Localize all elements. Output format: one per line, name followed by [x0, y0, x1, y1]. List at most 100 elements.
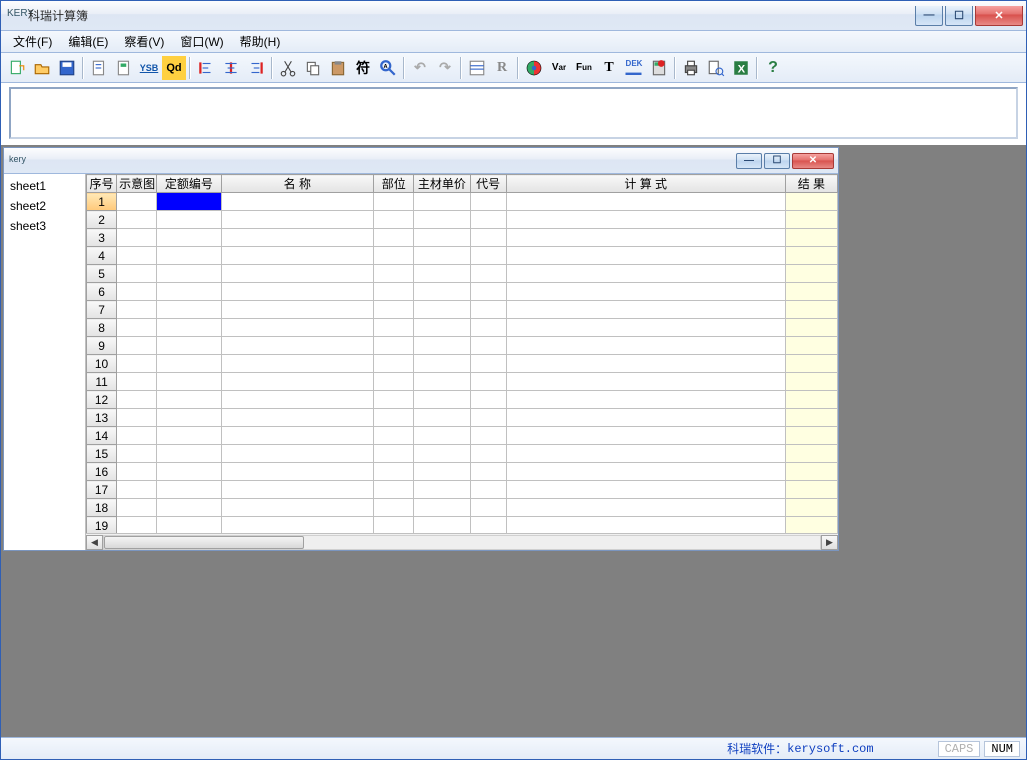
cell[interactable] — [117, 481, 157, 499]
table-row[interactable]: 5 — [87, 265, 838, 283]
cell[interactable] — [506, 283, 785, 301]
table-row[interactable]: 18 — [87, 499, 838, 517]
row-header[interactable]: 4 — [87, 247, 117, 265]
cell[interactable] — [785, 283, 837, 301]
cell[interactable] — [470, 247, 506, 265]
cell[interactable] — [785, 463, 837, 481]
cell[interactable] — [785, 481, 837, 499]
cell[interactable] — [117, 445, 157, 463]
cell[interactable] — [221, 463, 374, 481]
col-price[interactable]: 主材单价 — [414, 175, 470, 193]
formula-input[interactable] — [9, 87, 1018, 139]
child-maximize-button[interactable]: ☐ — [764, 153, 790, 169]
tb-qd-icon[interactable]: Qd — [162, 56, 186, 80]
cell[interactable] — [157, 409, 221, 427]
cell[interactable] — [221, 337, 374, 355]
table-row[interactable]: 15 — [87, 445, 838, 463]
tb-var-icon[interactable]: Var — [547, 56, 571, 80]
cell[interactable] — [785, 337, 837, 355]
cell[interactable] — [785, 265, 837, 283]
table-row[interactable]: 10 — [87, 355, 838, 373]
cell[interactable] — [506, 463, 785, 481]
cell[interactable] — [157, 463, 221, 481]
table-row[interactable]: 16 — [87, 463, 838, 481]
cell[interactable] — [506, 319, 785, 337]
tb-help-icon[interactable]: ? — [761, 56, 785, 80]
cell[interactable] — [506, 229, 785, 247]
cell[interactable] — [470, 211, 506, 229]
table-row[interactable]: 13 — [87, 409, 838, 427]
scroll-thumb[interactable] — [104, 536, 304, 549]
cell[interactable] — [374, 265, 414, 283]
table-row[interactable]: 3 — [87, 229, 838, 247]
tb-align-right-icon[interactable] — [244, 56, 268, 80]
row-header[interactable]: 17 — [87, 481, 117, 499]
col-sym[interactable]: 代号 — [470, 175, 506, 193]
cell[interactable] — [117, 283, 157, 301]
cell[interactable] — [374, 391, 414, 409]
tb-calc-icon[interactable] — [647, 56, 671, 80]
cell[interactable] — [414, 247, 470, 265]
cell[interactable] — [117, 301, 157, 319]
cell[interactable] — [506, 499, 785, 517]
tb-doc1-icon[interactable] — [87, 56, 111, 80]
row-header[interactable]: 6 — [87, 283, 117, 301]
cell[interactable] — [785, 391, 837, 409]
cell[interactable] — [785, 517, 837, 534]
cell[interactable] — [470, 355, 506, 373]
cell[interactable] — [374, 463, 414, 481]
cell[interactable] — [470, 517, 506, 534]
cell[interactable] — [785, 409, 837, 427]
cell[interactable] — [157, 481, 221, 499]
cell[interactable] — [506, 337, 785, 355]
row-header[interactable]: 13 — [87, 409, 117, 427]
cell[interactable] — [470, 193, 506, 211]
cell[interactable] — [221, 265, 374, 283]
cell[interactable] — [414, 427, 470, 445]
cell[interactable] — [506, 301, 785, 319]
tb-paste-icon[interactable] — [326, 56, 350, 80]
cell[interactable] — [157, 445, 221, 463]
row-header[interactable]: 16 — [87, 463, 117, 481]
tb-preview-icon[interactable] — [704, 56, 728, 80]
cell[interactable] — [221, 409, 374, 427]
tb-T-icon[interactable]: T — [597, 56, 621, 80]
cell[interactable] — [785, 211, 837, 229]
cell[interactable] — [506, 193, 785, 211]
tb-R-icon[interactable]: R — [490, 56, 514, 80]
table-row[interactable]: 9 — [87, 337, 838, 355]
row-header[interactable]: 8 — [87, 319, 117, 337]
minimize-button[interactable]: — — [915, 6, 943, 26]
cell[interactable] — [221, 301, 374, 319]
cell[interactable] — [785, 427, 837, 445]
cell[interactable] — [374, 211, 414, 229]
cell[interactable] — [157, 319, 221, 337]
cell[interactable] — [117, 265, 157, 283]
child-close-button[interactable]: ✕ — [792, 153, 834, 169]
cell[interactable] — [374, 193, 414, 211]
menu-file[interactable]: 文件(F) — [5, 31, 60, 52]
cell[interactable] — [374, 355, 414, 373]
cell[interactable] — [414, 499, 470, 517]
cell[interactable] — [506, 373, 785, 391]
cell[interactable] — [470, 427, 506, 445]
cell[interactable] — [374, 481, 414, 499]
tb-char-icon[interactable]: 符 — [351, 56, 375, 80]
cell[interactable] — [414, 301, 470, 319]
tb-copy-icon[interactable] — [301, 56, 325, 80]
cell[interactable] — [157, 337, 221, 355]
cell[interactable] — [470, 463, 506, 481]
cell[interactable] — [157, 373, 221, 391]
cell[interactable] — [470, 445, 506, 463]
cell[interactable] — [117, 391, 157, 409]
tb-undo-icon[interactable]: ↶ — [408, 56, 432, 80]
cell[interactable] — [785, 229, 837, 247]
menu-edit[interactable]: 编辑(E) — [60, 31, 116, 52]
table-row[interactable]: 17 — [87, 481, 838, 499]
tb-ysb-icon[interactable]: YSB — [137, 56, 161, 80]
cell[interactable] — [470, 409, 506, 427]
table-row[interactable]: 2 — [87, 211, 838, 229]
cell[interactable] — [374, 445, 414, 463]
cell[interactable] — [506, 427, 785, 445]
cell[interactable] — [785, 301, 837, 319]
